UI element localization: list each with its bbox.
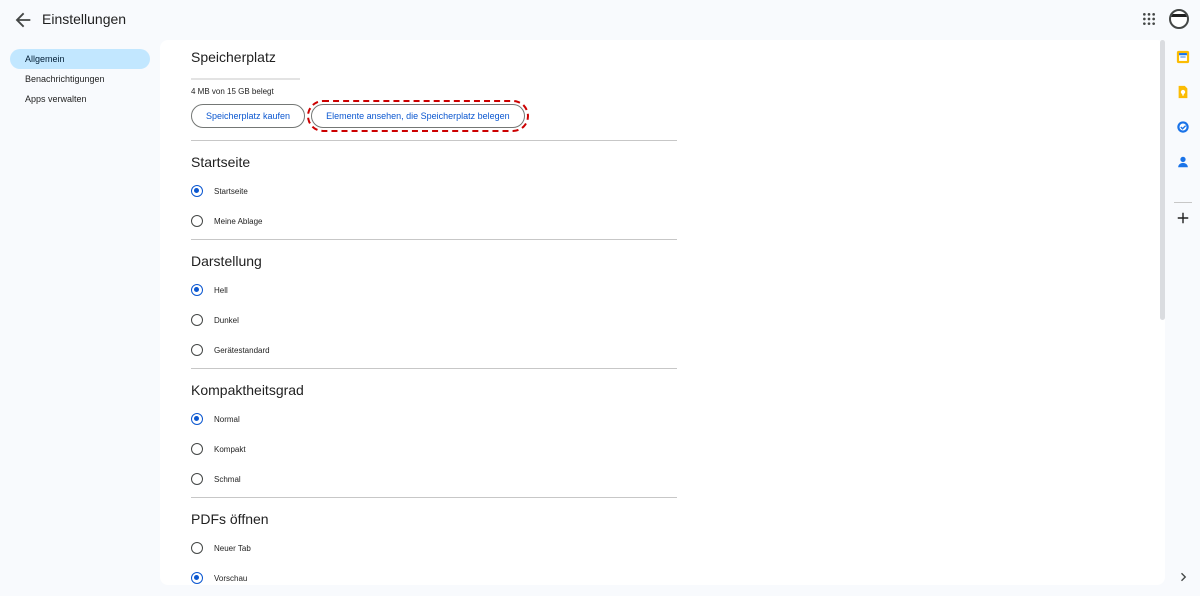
radio-label: Startseite (214, 186, 248, 196)
radio-checked-icon[interactable] (191, 185, 203, 197)
nav-item-benachrichtigungen[interactable]: Benachrichtigungen (10, 69, 150, 89)
nav-item-apps-verwalten[interactable]: Apps verwalten (10, 89, 150, 109)
radio-label: Hell (214, 285, 228, 295)
apps-grid-icon[interactable] (1141, 11, 1157, 27)
radio-unchecked-icon[interactable] (191, 215, 203, 227)
storage-usage-bar (191, 78, 300, 80)
radio-geraetestandard[interactable]: Gerätestandard (191, 335, 677, 365)
radio-normal[interactable]: Normal (191, 404, 677, 434)
nav-item-allgemein[interactable]: Allgemein (10, 49, 150, 69)
pdf-title: PDFs öffnen (191, 511, 269, 527)
top-bar: Einstellungen (0, 0, 1200, 40)
tasks-icon[interactable] (1176, 120, 1190, 134)
back-arrow-icon[interactable] (12, 9, 34, 31)
radio-label: Dunkel (214, 315, 239, 325)
settings-content: Speicherplatz 4 MB von 15 GB belegt Spei… (191, 40, 677, 585)
appearance-title: Darstellung (191, 253, 262, 269)
storage-title: Speicherplatz (191, 49, 276, 65)
calendar-icon[interactable] (1176, 50, 1190, 64)
radio-label: Gerätestandard (214, 345, 270, 355)
scrollbar-thumb[interactable] (1160, 40, 1165, 320)
radio-neuer-tab[interactable]: Neuer Tab (191, 533, 677, 563)
radio-unchecked-icon[interactable] (191, 344, 203, 356)
radio-hell[interactable]: Hell (191, 275, 677, 305)
settings-nav: Allgemein Benachrichtigungen Apps verwal… (10, 49, 150, 109)
add-icon[interactable] (1176, 211, 1190, 225)
rail-divider (1174, 202, 1192, 203)
storage-usage-text: 4 MB von 15 GB belegt (191, 87, 274, 96)
radio-label: Schmal (214, 474, 241, 484)
account-avatar[interactable] (1169, 9, 1189, 29)
density-title: Kompaktheitsgrad (191, 382, 304, 398)
radio-startseite[interactable]: Startseite (191, 176, 677, 206)
radio-label: Normal (214, 414, 240, 424)
radio-dunkel[interactable]: Dunkel (191, 305, 677, 335)
radio-checked-icon[interactable] (191, 284, 203, 296)
radio-label: Vorschau (214, 573, 248, 583)
view-storage-items-button[interactable]: Elemente ansehen, die Speicherplatz bele… (307, 100, 529, 132)
radio-label: Neuer Tab (214, 543, 251, 553)
page-title: Einstellungen (42, 11, 127, 27)
side-panel-rail (1170, 40, 1200, 596)
radio-unchecked-icon[interactable] (191, 314, 203, 326)
chevron-right-icon[interactable] (1177, 571, 1189, 583)
radio-unchecked-icon[interactable] (191, 473, 203, 485)
radio-meine-ablage[interactable]: Meine Ablage (191, 206, 677, 236)
radio-unchecked-icon[interactable] (191, 443, 203, 455)
radio-unchecked-icon[interactable] (191, 542, 203, 554)
settings-card: Speicherplatz 4 MB von 15 GB belegt Spei… (160, 40, 1165, 585)
radio-checked-icon[interactable] (191, 413, 203, 425)
radio-label: Kompakt (214, 444, 246, 454)
contacts-icon[interactable] (1176, 155, 1190, 169)
keep-icon[interactable] (1176, 85, 1190, 99)
radio-vorschau[interactable]: Vorschau (191, 563, 677, 585)
radio-checked-icon[interactable] (191, 572, 203, 584)
radio-kompakt[interactable]: Kompakt (191, 434, 677, 464)
startpage-title: Startseite (191, 154, 251, 170)
radio-schmal[interactable]: Schmal (191, 464, 677, 494)
buy-storage-button[interactable]: Speicherplatz kaufen (191, 104, 306, 128)
radio-label: Meine Ablage (214, 216, 263, 226)
